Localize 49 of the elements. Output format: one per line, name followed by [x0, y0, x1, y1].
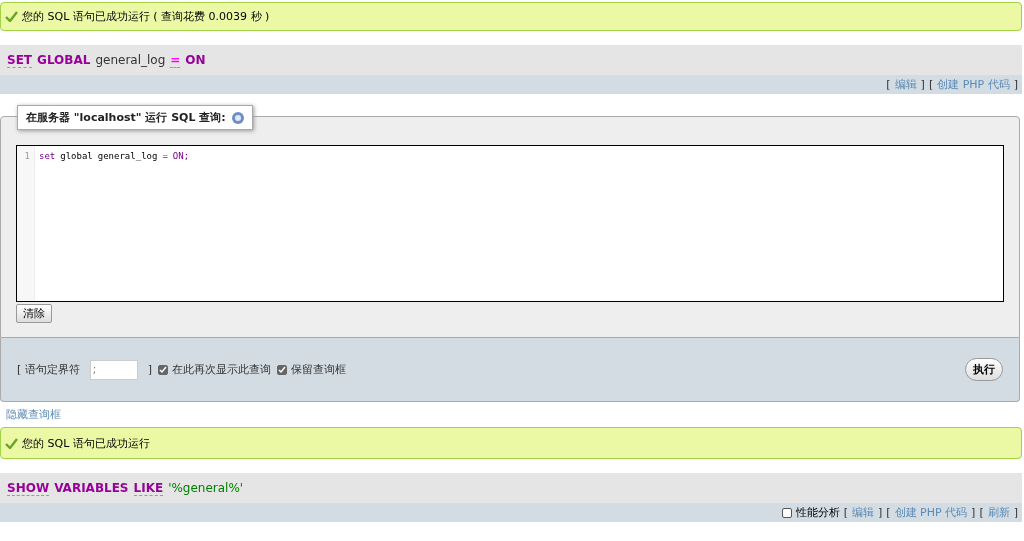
code-token: general_log — [97, 151, 158, 163]
sql-token[interactable]: LIKE — [133, 480, 164, 496]
bracket: [ — [886, 506, 891, 519]
bracket: [ — [886, 78, 891, 91]
sql-token: general_log — [95, 53, 166, 67]
clear-button[interactable]: 清除 — [16, 304, 52, 323]
option-label: 在此再次显示此查询 — [172, 362, 272, 377]
message-text: 您的 SQL 语句已成功运行 — [22, 435, 150, 451]
checkbox[interactable] — [277, 364, 288, 375]
check-icon — [5, 11, 18, 22]
action-link[interactable]: 编辑 — [894, 77, 917, 92]
message-text: 您的 SQL 语句已成功运行 ( 查询花费 0.0039 秒 ) — [22, 9, 270, 24]
sql-token: GLOBAL — [37, 53, 91, 67]
code-token: ON; — [172, 151, 190, 163]
action-link[interactable]: 刷新 — [987, 505, 1010, 520]
profiling-label: 性能分析 — [795, 505, 840, 520]
option-label: 保留查询框 — [291, 362, 347, 377]
sql-token: '%general%' — [168, 481, 244, 495]
help-icon[interactable] — [231, 111, 244, 124]
line-number: 1 — [17, 146, 35, 301]
checkbox[interactable] — [158, 364, 169, 375]
action-link[interactable]: 创建 PHP 代码 — [937, 77, 1010, 92]
bracket: [ — [843, 506, 848, 519]
bracket: [ — [979, 506, 984, 519]
bracket: ] — [920, 78, 925, 91]
check-icon — [5, 437, 18, 449]
sql-token: VARIABLES — [54, 481, 129, 495]
bracket: [ — [928, 78, 934, 91]
legend-text: 在服务器 "localhost" 运行 SQL 查询: — [26, 110, 226, 125]
action-link[interactable]: 创建 PHP 代码 — [894, 505, 968, 520]
delimiter-field[interactable]: ; — [89, 359, 138, 380]
delimiter-label: [ 语句定界符 — [17, 362, 80, 377]
checkbox[interactable] — [781, 507, 792, 518]
code-token: = — [162, 151, 168, 163]
code-token: set — [39, 151, 56, 163]
sql-token[interactable]: SHOW — [7, 480, 50, 496]
sql-editor[interactable]: 1 set global general_log = ON; — [16, 145, 1004, 302]
sql-token[interactable]: SET — [7, 52, 33, 68]
code-token: global — [60, 151, 93, 163]
hide-link[interactable]: 隐藏查询框 — [6, 408, 61, 421]
action-link[interactable]: 编辑 — [852, 505, 874, 520]
bracket: ] — [1013, 78, 1018, 91]
sql-token: ON — [185, 53, 206, 67]
bracket: ] — [971, 506, 976, 519]
bracket: ] — [147, 363, 153, 376]
sql-token[interactable]: = — [170, 52, 181, 68]
go-button[interactable]: 执行 — [965, 358, 1003, 381]
bracket: ] — [1013, 506, 1018, 519]
bracket: ] — [878, 506, 883, 519]
